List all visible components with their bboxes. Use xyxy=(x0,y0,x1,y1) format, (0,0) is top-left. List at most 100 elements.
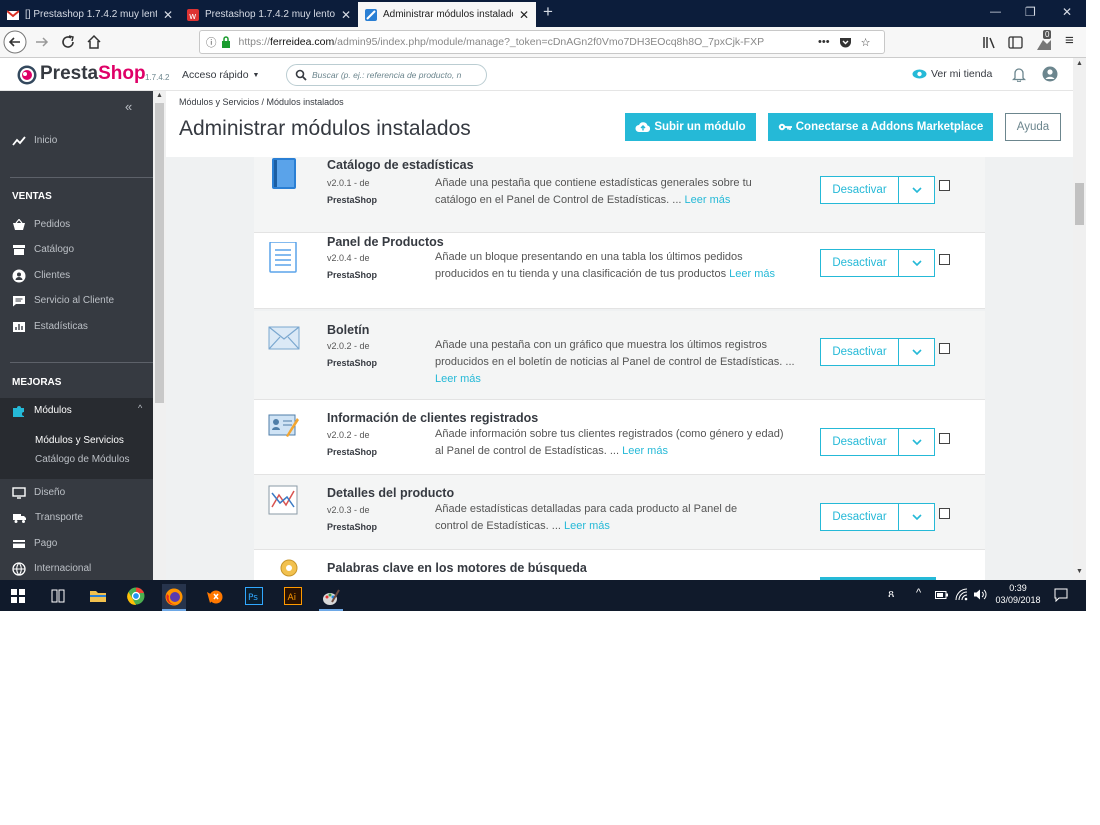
clock-time: 0:39 xyxy=(1009,583,1027,593)
module-version: v2.0.4 - de xyxy=(327,253,370,263)
addons-marketplace-label: Conectarse a Addons Marketplace xyxy=(795,121,984,133)
module-description: Añade estadísticas detalladas para cada … xyxy=(435,501,765,535)
chrome-icon[interactable] xyxy=(124,584,148,608)
browser-tab[interactable]: [] Prestashop 1.7.4.2 muy lento ✕ xyxy=(0,2,180,27)
upload-module-button[interactable]: Subir un módulo xyxy=(625,113,756,141)
deactivate-button[interactable]: Desactivar xyxy=(820,176,899,204)
read-more-link[interactable]: Leer más xyxy=(564,520,610,532)
addons-marketplace-button[interactable]: Conectarse a Addons Marketplace xyxy=(768,113,993,141)
avast-icon[interactable] xyxy=(203,584,227,608)
sidebar-item-clientes[interactable]: Clientes xyxy=(0,263,153,288)
user-account-icon[interactable] xyxy=(1042,66,1058,82)
wifi-icon[interactable] xyxy=(955,588,968,601)
sidebar-item-pedidos[interactable]: Pedidos xyxy=(0,212,153,237)
volume-icon[interactable] xyxy=(973,588,987,601)
page-actions-button[interactable]: ••• xyxy=(818,36,830,48)
deactivate-button[interactable]: Desactivar xyxy=(820,338,899,366)
module-actions-dropdown[interactable] xyxy=(898,428,935,456)
photoshop-icon[interactable]: Ps xyxy=(242,584,266,608)
sidebar-item-estadisticas[interactable]: Estadísticas xyxy=(0,314,153,339)
bookmark-star-icon[interactable]: ☆ xyxy=(861,36,871,49)
module-row: Catálogo de estadísticas v2.0.1 - de Pre… xyxy=(254,157,985,233)
browser-tab[interactable]: w Prestashop 1.7.4.2 muy lento e ✕ xyxy=(180,2,358,27)
action-center-icon[interactable] xyxy=(1054,588,1068,602)
sidebar-item-transporte[interactable]: Transporte xyxy=(0,505,153,530)
module-actions-dropdown[interactable] xyxy=(898,176,935,204)
minimize-button[interactable]: — xyxy=(990,6,1001,18)
sidebar-item-modulos[interactable]: Módulos ^ xyxy=(0,398,153,423)
battery-icon[interactable] xyxy=(935,591,948,599)
quick-access-dropdown[interactable]: Acceso rápido ▼ xyxy=(182,69,259,81)
home-icon[interactable] xyxy=(86,34,102,50)
sidebar-item-internacional[interactable]: Internacional xyxy=(0,556,153,581)
bulk-select-checkbox[interactable] xyxy=(939,433,950,444)
globe-icon xyxy=(12,561,26,576)
forward-icon[interactable] xyxy=(34,34,50,50)
search-input[interactable]: Buscar (p. ej.: referencia de producto, … xyxy=(312,70,461,80)
brand-logo[interactable]: PrestaShop xyxy=(40,63,146,85)
deactivate-button[interactable]: Desactivar xyxy=(820,428,899,456)
bulk-select-checkbox[interactable] xyxy=(939,254,950,265)
collapse-sidebar-icon[interactable]: « xyxy=(125,99,132,114)
view-store-link[interactable]: Ver mi tienda xyxy=(912,68,992,80)
breadcrumb-item[interactable]: Módulos y Servicios xyxy=(179,97,259,107)
task-view-icon[interactable] xyxy=(46,584,70,608)
sidebar-item-diseno[interactable]: Diseño xyxy=(0,480,153,505)
sidebar-item-catalogo[interactable]: Catálogo xyxy=(0,237,153,262)
url-bar[interactable]: ⓘ https://ferreidea.com/admin95/index.ph… xyxy=(199,30,885,54)
module-description: Añade una pestaña con un gráfico que mue… xyxy=(435,337,795,388)
new-tab-button[interactable]: + xyxy=(543,2,553,22)
paint-icon[interactable] xyxy=(319,584,343,611)
sidebar-item-inicio[interactable]: Inicio xyxy=(0,128,153,153)
submenu-modulos: Módulos y Servicios Catálogo de Módulos xyxy=(0,423,153,479)
read-more-link[interactable]: Leer más xyxy=(729,268,775,280)
submenu-item-modules-services[interactable]: Módulos y Servicios xyxy=(35,435,124,446)
deactivate-button[interactable]: Desactivar xyxy=(820,249,899,277)
people-icon[interactable]: ጸ xyxy=(888,588,894,601)
file-explorer-icon[interactable] xyxy=(86,584,110,608)
sidebar-item-servicio[interactable]: Servicio al Cliente xyxy=(0,288,153,313)
read-more-link[interactable]: Leer más xyxy=(685,194,731,206)
browser-tab-active[interactable]: Administrar módulos instalado ✕ xyxy=(358,2,536,27)
module-actions-dropdown[interactable] xyxy=(898,249,935,277)
sidebar-item-label: Servicio al Cliente xyxy=(34,295,115,306)
module-actions-dropdown[interactable] xyxy=(898,503,935,531)
back-icon[interactable] xyxy=(3,30,27,54)
menu-icon[interactable]: ≡ xyxy=(1065,32,1074,49)
search-icon[interactable] xyxy=(295,69,307,81)
restore-button[interactable]: ❐ xyxy=(1025,5,1036,19)
illustrator-icon[interactable]: Ai xyxy=(281,584,305,608)
close-tab-icon[interactable]: ✕ xyxy=(519,8,529,22)
breadcrumb-item[interactable]: Módulos instalados xyxy=(267,97,344,107)
clock[interactable]: 0:39 03/09/2018 xyxy=(993,582,1043,606)
show-hidden-icons[interactable]: ^ xyxy=(916,587,921,599)
submenu-item-modules-catalog[interactable]: Catálogo de Módulos xyxy=(35,454,130,465)
bulk-select-checkbox[interactable] xyxy=(939,180,950,191)
read-more-link[interactable]: Leer más xyxy=(435,373,481,385)
sidebar-scrollbar[interactable]: ▲ xyxy=(153,91,166,580)
info-icon[interactable]: ⓘ xyxy=(206,35,217,50)
chevron-down-icon xyxy=(911,439,922,445)
sidebar-item-pago[interactable]: Pago xyxy=(0,531,153,556)
help-button[interactable]: Ayuda xyxy=(1005,113,1061,141)
read-more-link[interactable]: Leer más xyxy=(622,445,668,457)
extension-button[interactable]: 0 xyxy=(1035,30,1055,52)
scroll-thumb[interactable] xyxy=(1075,183,1084,225)
firefox-icon[interactable] xyxy=(162,584,186,611)
bulk-select-checkbox[interactable] xyxy=(939,508,950,519)
module-actions-dropdown[interactable] xyxy=(898,338,935,366)
reload-icon[interactable] xyxy=(60,34,76,50)
store-icon xyxy=(13,244,25,255)
page-scrollbar[interactable]: ▲ ▼ xyxy=(1073,58,1086,580)
windows-start-icon[interactable] xyxy=(6,584,30,608)
deactivate-button[interactable]: Desactivar xyxy=(820,503,899,531)
close-window-button[interactable]: ✕ xyxy=(1062,5,1072,19)
module-author: PrestaShop xyxy=(327,358,378,368)
close-tab-icon[interactable]: ✕ xyxy=(163,8,173,22)
library-icon[interactable] xyxy=(982,35,997,50)
pocket-icon[interactable] xyxy=(839,36,852,49)
bell-icon[interactable] xyxy=(1012,67,1026,82)
close-tab-icon[interactable]: ✕ xyxy=(341,8,351,22)
sidebar-toggle-icon[interactable] xyxy=(1008,35,1023,50)
bulk-select-checkbox[interactable] xyxy=(939,343,950,354)
